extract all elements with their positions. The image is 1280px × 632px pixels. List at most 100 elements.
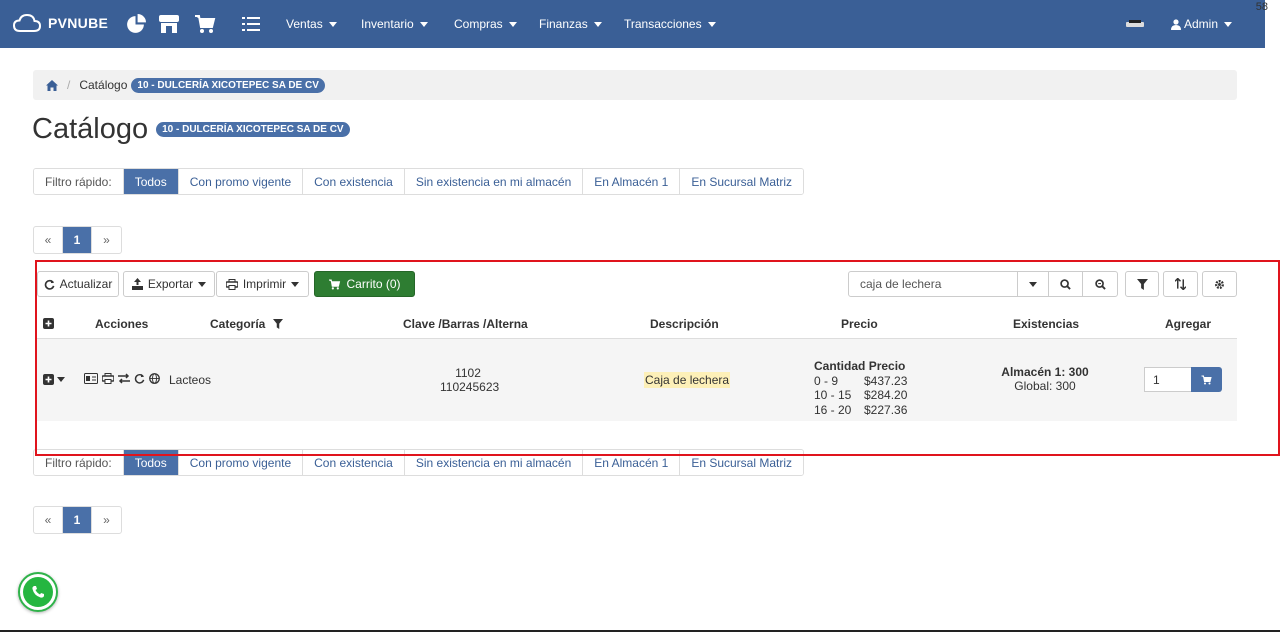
prev-page-button[interactable]: « <box>34 227 63 253</box>
row-expand-toggle[interactable] <box>43 374 65 385</box>
header-categoria[interactable]: Categoría <box>210 317 283 331</box>
row-existencias: Almacén 1: 300 Global: 300 <box>1001 365 1089 393</box>
chevron-down-icon <box>419 21 428 27</box>
filter-con-existencia[interactable]: Con existencia <box>303 450 405 475</box>
cart-button[interactable]: Carrito (0) <box>314 271 415 297</box>
title-branch-badge: 10 - DULCERÍA XICOTEPEC SA DE CV <box>156 122 350 137</box>
menu-ventas[interactable]: Ventas <box>286 0 337 48</box>
phone-icon <box>23 577 53 607</box>
filter-sin-existencia[interactable]: Sin existencia en mi almacén <box>404 169 584 194</box>
row-categoria: Lacteos <box>169 373 212 387</box>
search-options-dropdown[interactable] <box>1017 271 1049 297</box>
top-navbar: PVNUBE Ventas Inventario Compras Finanza… <box>0 0 1265 48</box>
filter-sucursal-matriz[interactable]: En Sucursal Matriz <box>680 450 804 475</box>
store-icon[interactable] <box>158 13 180 35</box>
id-card-icon[interactable] <box>84 373 98 384</box>
quick-filter-bottom: Filtro rápido: Todos Con promo vigente C… <box>33 449 805 476</box>
user-icon <box>1171 18 1181 30</box>
header-clave: Clave /Barras /Alterna <box>403 317 528 331</box>
brand-logo[interactable]: PVNUBE <box>12 12 108 34</box>
notification-icon[interactable] <box>1124 13 1146 35</box>
menu-finanzas[interactable]: Finanzas <box>539 0 602 48</box>
filter-button[interactable] <box>1125 271 1159 297</box>
menu-compras[interactable]: Compras <box>454 0 517 48</box>
page-1-button[interactable]: 1 <box>63 227 92 253</box>
export-button[interactable]: Exportar <box>123 271 215 297</box>
breadcrumb: / Catálogo 10 - DULCERÍA XICOTEPEC SA DE… <box>33 70 1237 100</box>
branch-badge: 10 - DULCERÍA XICOTEPEC SA DE CV <box>131 77 325 93</box>
quick-filter-top: Filtro rápido: Todos Con promo vigente C… <box>33 168 805 195</box>
filter-almacen-1[interactable]: En Almacén 1 <box>583 450 681 475</box>
next-page-button[interactable]: » <box>92 227 121 253</box>
filter-icon <box>1136 278 1148 290</box>
filter-todos[interactable]: Todos <box>123 450 179 475</box>
page-counter: 58 <box>1255 1 1268 13</box>
expand-icon <box>43 374 54 385</box>
filter-icon[interactable] <box>272 319 283 329</box>
filter-con-promo[interactable]: Con promo vigente <box>178 169 304 194</box>
row-price-table: Cantidad Precio 0 - 9 $437.23 10 - 15 $284… <box>814 359 908 417</box>
menu-transacciones[interactable]: Transacciones <box>624 0 716 48</box>
user-menu[interactable]: Admin <box>1171 0 1233 48</box>
breadcrumb-separator: / <box>67 78 71 92</box>
pie-chart-icon[interactable] <box>124 13 146 35</box>
menu-inventario[interactable]: Inventario <box>361 0 428 48</box>
search-icon <box>1060 278 1071 290</box>
page-1-button[interactable]: 1 <box>63 507 92 533</box>
globe-icon[interactable] <box>149 373 160 384</box>
sort-icon <box>1175 278 1186 290</box>
list-icon[interactable] <box>240 13 262 35</box>
cart-icon <box>329 279 341 289</box>
chevron-down-icon <box>1224 21 1233 27</box>
home-icon[interactable] <box>46 79 58 91</box>
row-actions <box>84 373 160 384</box>
filter-todos[interactable]: Todos <box>123 169 179 194</box>
refresh-button[interactable]: Actualizar <box>37 271 119 297</box>
chevron-down-icon <box>198 281 207 287</box>
header-existencias: Existencias <box>1013 317 1080 331</box>
whatsapp-button[interactable] <box>18 572 58 612</box>
header-descripcion: Descripción <box>650 317 719 331</box>
cart-icon[interactable] <box>194 13 216 35</box>
quick-filter-label: Filtro rápido: <box>34 450 124 475</box>
advanced-search-button[interactable] <box>1082 271 1118 297</box>
search-input[interactable] <box>848 271 1018 297</box>
search-button[interactable] <box>1048 271 1083 297</box>
refresh-icon <box>44 279 55 290</box>
filter-con-promo[interactable]: Con promo vigente <box>178 450 304 475</box>
next-page-button[interactable]: » <box>92 507 121 533</box>
add-to-cart-button[interactable] <box>1191 367 1222 392</box>
header-agregar: Agregar <box>1165 317 1212 331</box>
header-precio: Precio <box>841 317 878 331</box>
zoom-icon <box>1094 278 1106 290</box>
prev-page-button[interactable]: « <box>34 507 63 533</box>
quick-filter-label: Filtro rápido: <box>34 169 124 194</box>
pagination-bottom: « 1 » <box>33 506 122 534</box>
exchange-icon[interactable] <box>118 373 130 384</box>
cloud-icon <box>12 13 42 32</box>
brand-name: PVNUBE <box>48 15 109 31</box>
filter-sin-existencia[interactable]: Sin existencia en mi almacén <box>404 450 584 475</box>
settings-button[interactable] <box>1202 271 1237 297</box>
header-acciones: Acciones <box>95 317 149 331</box>
filter-con-existencia[interactable]: Con existencia <box>303 169 405 194</box>
quantity-input[interactable] <box>1144 367 1192 392</box>
chevron-down-icon <box>57 377 65 382</box>
print-icon[interactable] <box>102 373 114 384</box>
row-clave: 1102 110245623 <box>440 366 500 394</box>
gear-icon <box>1215 279 1224 289</box>
sync-icon[interactable] <box>134 373 145 384</box>
chevron-down-icon <box>291 281 300 287</box>
chevron-down-icon <box>328 21 337 27</box>
page-title: Catálogo 10 - DULCERÍA XICOTEPEC SA DE C… <box>32 113 350 146</box>
sort-button[interactable] <box>1163 271 1198 297</box>
export-icon <box>131 278 143 290</box>
print-icon <box>225 278 238 290</box>
filter-almacen-1[interactable]: En Almacén 1 <box>583 169 681 194</box>
chevron-down-icon <box>1029 281 1037 287</box>
cart-icon <box>1201 375 1212 384</box>
expand-all-icon[interactable] <box>43 318 54 332</box>
print-button[interactable]: Imprimir <box>216 271 309 297</box>
filter-sucursal-matriz[interactable]: En Sucursal Matriz <box>680 169 804 194</box>
breadcrumb-current: Catálogo <box>79 78 128 92</box>
